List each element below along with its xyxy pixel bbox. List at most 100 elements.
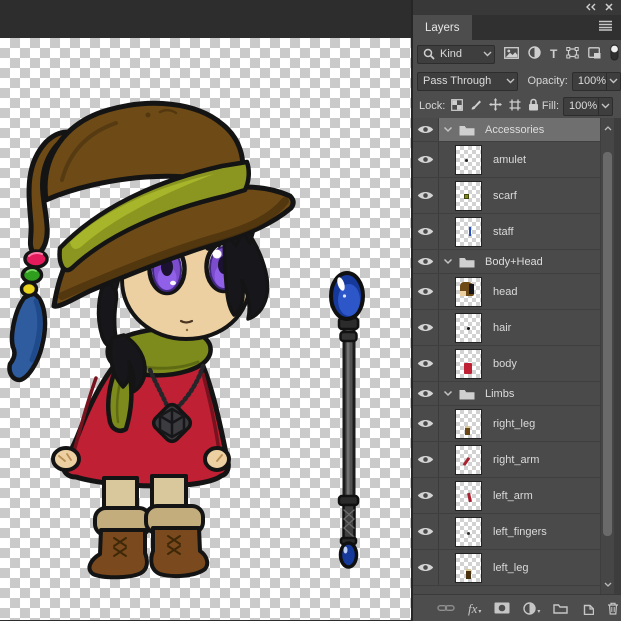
layer-group-row-Accessories[interactable]: Accessories (413, 118, 600, 142)
panel-menu-lines-icon[interactable] (598, 20, 613, 34)
scrollbar-thumb[interactable] (603, 152, 612, 536)
eye-icon[interactable] (413, 346, 439, 381)
filter-kind-dropdown[interactable]: Kind (417, 45, 495, 64)
lock-artboard-icon[interactable] (509, 99, 521, 114)
eye-icon[interactable] (413, 382, 439, 405)
chevron-down-icon[interactable] (443, 390, 453, 397)
opacity-label: Opacity: (528, 75, 568, 87)
eye-icon[interactable] (413, 442, 439, 477)
eye-icon[interactable] (413, 142, 439, 177)
row-content[interactable]: head (439, 274, 600, 309)
group-name-label: Accessories (485, 124, 544, 136)
layer-group-row-Body+Head[interactable]: Body+Head (413, 250, 600, 274)
layer-row-left_leg[interactable]: left_leg (413, 550, 600, 586)
smart-object-filter-icon[interactable] (588, 47, 601, 62)
tab-layers[interactable]: Layers (413, 15, 472, 40)
close-x-icon[interactable] (605, 2, 613, 14)
chevron-down-icon (598, 98, 612, 115)
layer-thumbnail[interactable] (455, 277, 482, 307)
layer-thumbnail[interactable] (455, 481, 482, 511)
lock-image-pixels-icon[interactable] (470, 99, 482, 114)
chevron-down-icon[interactable] (443, 126, 453, 133)
row-content[interactable]: staff (439, 214, 600, 249)
eye-icon[interactable] (413, 514, 439, 549)
layer-thumbnail[interactable] (455, 313, 482, 343)
eye-icon[interactable] (413, 118, 439, 141)
double-chevron-left-icon[interactable] (585, 2, 596, 14)
row-content[interactable]: Limbs (439, 382, 600, 405)
layer-row-scarf[interactable]: scarf (413, 178, 600, 214)
row-content[interactable]: Accessories (439, 118, 600, 141)
eye-icon[interactable] (413, 214, 439, 249)
eye-icon[interactable] (413, 406, 439, 441)
layer-thumbnail[interactable] (455, 349, 482, 379)
row-content[interactable]: left_arm (439, 478, 600, 513)
chevron-down-icon (481, 51, 494, 57)
scroll-down-arrow[interactable] (601, 576, 614, 592)
pixel-layer-filter-icon[interactable] (504, 47, 519, 62)
new-group-icon[interactable] (553, 602, 568, 614)
add-adjustment-layer-icon[interactable]: ▾ (523, 602, 540, 615)
character-artwork (0, 38, 411, 620)
group-name-label: Body+Head (485, 256, 543, 268)
eye-icon[interactable] (413, 250, 439, 273)
link-layers-icon[interactable] (437, 603, 455, 613)
add-layer-mask-icon[interactable] (494, 602, 510, 614)
shape-layer-filter-icon[interactable] (566, 47, 579, 62)
layer-filtering-toggle[interactable] (610, 44, 619, 64)
blend-mode-dropdown[interactable]: Pass Through (417, 72, 518, 91)
layer-thumbnail[interactable] (455, 445, 482, 475)
layer-row-staff[interactable]: staff (413, 214, 600, 250)
document-canvas[interactable] (0, 38, 411, 620)
row-content[interactable]: right_arm (439, 442, 600, 477)
fill-dropdown[interactable]: 100% (563, 97, 613, 116)
layer-row-body[interactable]: body (413, 346, 600, 382)
adjustment-layer-filter-icon[interactable] (528, 46, 541, 62)
eye-icon[interactable] (413, 478, 439, 513)
thumbnail-art-hair (467, 327, 470, 330)
row-content[interactable]: scarf (439, 178, 600, 213)
opacity-dropdown[interactable]: 100% (572, 72, 621, 91)
staff-art (331, 273, 363, 567)
scroll-up-arrow[interactable] (601, 120, 614, 136)
layer-style-fx-icon[interactable]: fx▾ (468, 602, 481, 615)
layer-group-row-Limbs[interactable]: Limbs (413, 382, 600, 406)
layer-row-right_arm[interactable]: right_arm (413, 442, 600, 478)
row-content[interactable]: left_fingers (439, 514, 600, 549)
eye-icon[interactable] (413, 274, 439, 309)
fill-value: 100% (564, 100, 598, 112)
chevron-down-icon[interactable] (443, 258, 453, 265)
row-content[interactable]: Body+Head (439, 250, 600, 273)
lock-all-icon[interactable] (528, 98, 539, 114)
row-content[interactable]: amulet (439, 142, 600, 177)
layer-thumbnail[interactable] (455, 145, 482, 175)
row-content[interactable]: right_leg (439, 406, 600, 441)
layer-name-label: scarf (493, 190, 517, 202)
layer-thumbnail[interactable] (455, 217, 482, 247)
eye-icon[interactable] (413, 310, 439, 345)
layer-thumbnail[interactable] (455, 181, 482, 211)
group-name-label: Limbs (485, 388, 514, 400)
row-content[interactable]: body (439, 346, 600, 381)
layer-row-right_leg[interactable]: right_leg (413, 406, 600, 442)
layer-row-hair[interactable]: hair (413, 310, 600, 346)
eye-icon[interactable] (413, 550, 439, 585)
layer-name-label: hair (493, 322, 511, 334)
type-layer-filter-icon[interactable]: T (550, 48, 557, 60)
layer-thumbnail[interactable] (455, 409, 482, 439)
layer-row-left_fingers[interactable]: left_fingers (413, 514, 600, 550)
delete-layer-icon[interactable] (607, 602, 619, 615)
layers-scrollbar[interactable] (600, 118, 614, 594)
opacity-value: 100% (573, 75, 606, 87)
layer-row-amulet[interactable]: amulet (413, 142, 600, 178)
lock-position-icon[interactable] (489, 98, 502, 114)
row-content[interactable]: hair (439, 310, 600, 345)
layer-row-left_arm[interactable]: left_arm (413, 478, 600, 514)
layer-thumbnail[interactable] (455, 517, 482, 547)
lock-transparent-pixels-icon[interactable] (451, 99, 463, 114)
eye-icon[interactable] (413, 178, 439, 213)
new-layer-icon[interactable] (581, 602, 594, 615)
layer-thumbnail[interactable] (455, 553, 482, 583)
row-content[interactable]: left_leg (439, 550, 600, 585)
layer-row-head[interactable]: head (413, 274, 600, 310)
